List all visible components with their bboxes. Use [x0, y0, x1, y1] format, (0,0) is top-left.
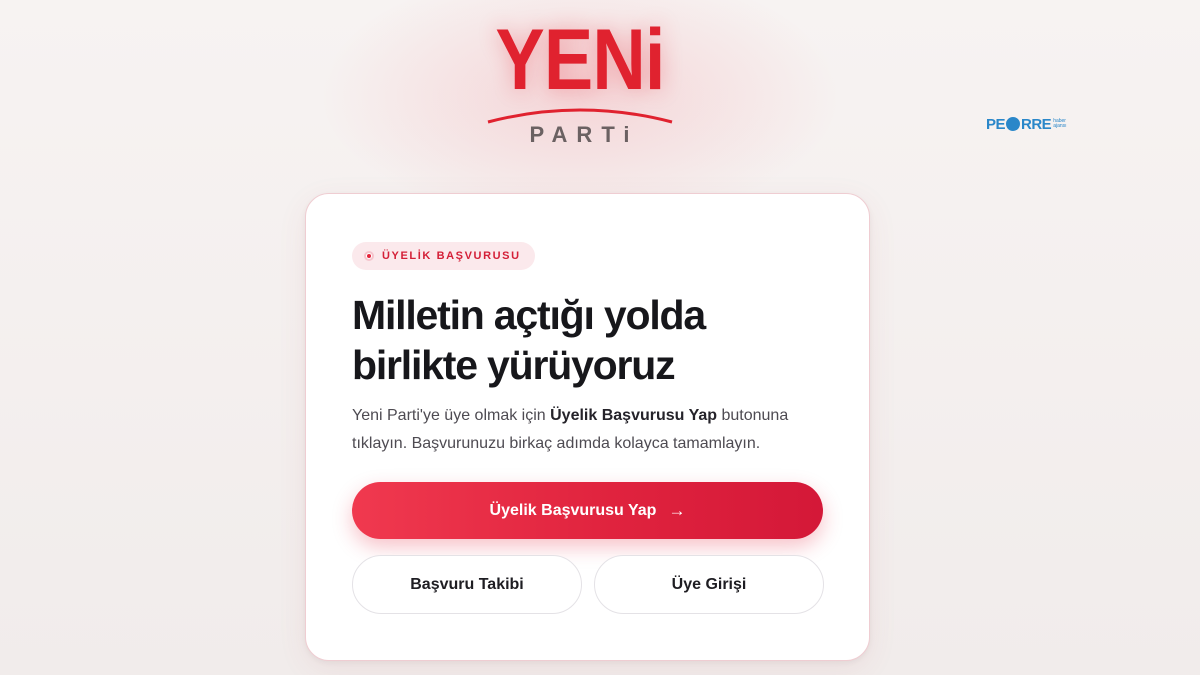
arrow-right-icon: →	[668, 500, 686, 520]
watermark-text-left: PE	[986, 115, 1006, 133]
logo-wordmark: YENi	[495, 12, 665, 108]
membership-card: ÜYELİK BAŞVURUSU Milletin açtığı yolda b…	[305, 193, 870, 661]
record-dot-icon	[364, 251, 374, 261]
apply-membership-button[interactable]: Üyelik Başvurusu Yap →	[352, 482, 823, 539]
title-line-2: birlikte yürüyoruz	[352, 342, 676, 388]
watermark-text-right: RRE	[1021, 115, 1052, 133]
membership-badge: ÜYELİK BAŞVURUSU	[352, 242, 535, 270]
title-line-1: Milletin açtığı yolda	[352, 292, 706, 338]
description: Yeni Parti'ye üye olmak için Üyelik Başv…	[352, 402, 832, 458]
party-logo: YENi PARTi	[480, 12, 680, 152]
apply-membership-label: Üyelik Başvurusu Yap	[489, 501, 657, 519]
badge-label: ÜYELİK BAŞVURUSU	[382, 250, 521, 262]
watermark-globe-icon	[1006, 117, 1021, 131]
description-part-1: Yeni Parti'ye üye olmak için	[352, 407, 551, 424]
news-agency-watermark: PE RRE haber ajansı	[986, 113, 1067, 135]
watermark-small-text: haber ajansı	[1053, 118, 1067, 129]
member-login-button[interactable]: Üye Girişi	[594, 555, 824, 614]
application-tracking-button[interactable]: Başvuru Takibi	[352, 555, 582, 614]
logo-swoosh	[487, 108, 673, 124]
description-bold: Üyelik Başvurusu Yap	[550, 407, 718, 424]
logo-subtitle: PARTi	[529, 122, 639, 147]
page-title: Milletin açtığı yolda birlikte yürüyoruz	[352, 290, 832, 390]
